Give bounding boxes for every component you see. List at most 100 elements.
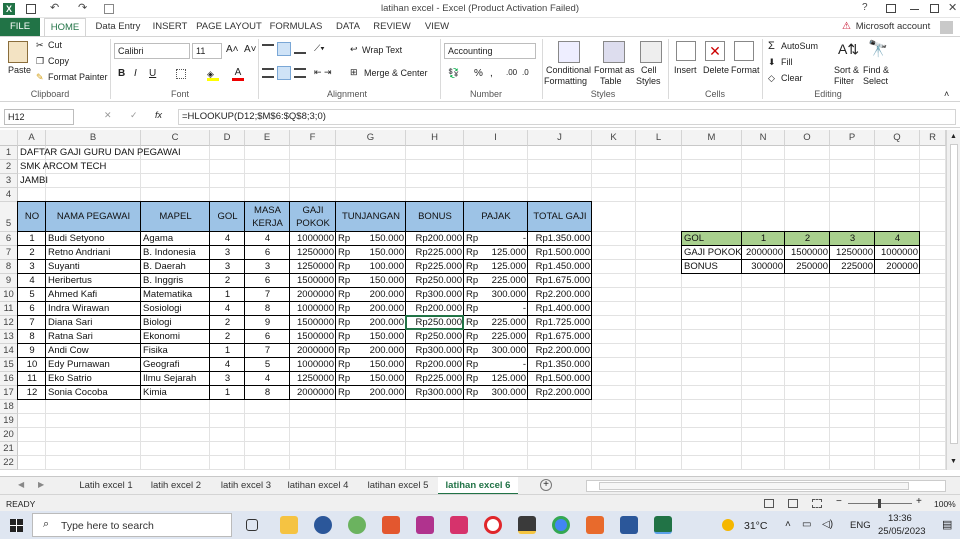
table-cell-gol[interactable]: 4 — [210, 232, 245, 246]
row-header-17[interactable]: 17 — [0, 386, 18, 400]
table-cell-masa-kerja[interactable]: 7 — [245, 344, 290, 358]
collapse-ribbon-icon[interactable]: ˄ — [944, 89, 949, 99]
table-cell-masa-kerja[interactable]: 4 — [245, 372, 290, 386]
table-cell-bonus[interactable]: Rp200.000 — [406, 302, 464, 316]
app-icon-1[interactable] — [314, 516, 332, 534]
percent-button[interactable]: % — [474, 68, 483, 79]
table-cell-total-gaji[interactable]: Rp1.725.000 — [528, 316, 592, 330]
table-cell-masa-kerja[interactable]: 3 — [245, 260, 290, 274]
table-cell-gaji-pokok[interactable]: 1000000 — [290, 358, 336, 372]
table-cell-total-gaji[interactable]: Rp1.450.000 — [528, 260, 592, 274]
tab-review[interactable]: REVIEW — [372, 18, 412, 36]
table-header-cell[interactable]: NAMA PEGAWAI — [46, 202, 141, 232]
table-cell-bonus[interactable]: Rp225.000 — [406, 246, 464, 260]
table-cell-gol[interactable]: 4 — [210, 358, 245, 372]
cell-styles-icon[interactable] — [640, 41, 662, 63]
table-cell-tunjangan[interactable]: 200.000 — [336, 288, 406, 302]
underline-button[interactable]: U — [149, 68, 156, 79]
app-icon-4[interactable] — [416, 516, 434, 534]
table-cell-name[interactable]: Sonia Cocoba — [46, 386, 141, 400]
table-cell-gol[interactable]: 2 — [210, 330, 245, 344]
weather-temp[interactable]: 31°C — [744, 520, 767, 532]
table-header-cell[interactable]: TUNJANGAN — [336, 202, 406, 232]
clear-button[interactable]: Clear — [781, 73, 803, 83]
table-header-cell[interactable]: PAJAK — [464, 202, 528, 232]
clear-icon[interactable]: ◇ — [768, 73, 775, 84]
table-cell-gaji-pokok[interactable]: 1250000 — [290, 372, 336, 386]
table-cell-gol[interactable]: 1 — [210, 288, 245, 302]
zoom-level[interactable]: 100% — [934, 499, 956, 509]
table-cell-tunjangan[interactable]: 100.000 — [336, 260, 406, 274]
paste-icon[interactable] — [8, 41, 28, 63]
sort-filter-icon[interactable]: A⇅ — [838, 41, 859, 58]
column-header-n[interactable]: N — [742, 130, 785, 146]
table-cell-name[interactable]: Ratna Sari — [46, 330, 141, 344]
table-cell-gaji-pokok[interactable]: 1250000 — [290, 260, 336, 274]
table-header-cell[interactable]: GAJI POKOK — [290, 202, 336, 232]
column-header-r[interactable]: R — [920, 130, 946, 146]
undo-icon[interactable]: ↶ — [50, 1, 59, 14]
table-cell-gaji-pokok[interactable]: 2000000 — [290, 344, 336, 358]
table-cell-no[interactable]: 10 — [18, 358, 46, 372]
table-cell-name[interactable]: Diana Sari — [46, 316, 141, 330]
tab-file[interactable]: FILE — [0, 18, 40, 36]
delete-cells-icon[interactable]: ✕ — [705, 41, 725, 61]
lookup-bonus[interactable]: 300000 — [742, 260, 785, 274]
sort-filter-button[interactable]: Sort & — [834, 65, 859, 75]
help-icon[interactable]: ? — [862, 2, 868, 13]
table-cell-pajak[interactable]: 225.000 — [464, 274, 528, 288]
orientation-icon[interactable]: ⟋▾ — [314, 43, 325, 54]
redo-icon[interactable]: ↷ — [78, 1, 87, 14]
table-cell-bonus[interactable]: Rp250.000 — [406, 274, 464, 288]
table-cell-pajak[interactable]: - — [464, 302, 528, 316]
sheet-title-line-3[interactable]: JAMBI — [18, 174, 318, 188]
table-cell-tunjangan[interactable]: 200.000 — [336, 316, 406, 330]
grow-font-icon[interactable]: A˄ — [226, 44, 239, 55]
align-middle-icon[interactable] — [277, 42, 291, 56]
word-icon[interactable] — [620, 516, 638, 534]
table-cell-pajak[interactable]: - — [464, 358, 528, 372]
row-header-12[interactable]: 12 — [0, 316, 18, 330]
app-icon-5[interactable] — [518, 516, 536, 534]
restore-icon[interactable] — [930, 4, 939, 13]
table-cell-no[interactable]: 12 — [18, 386, 46, 400]
horizontal-scrollbar[interactable] — [586, 480, 946, 492]
table-cell-pajak[interactable]: 300.000 — [464, 344, 528, 358]
copy-icon[interactable]: ❐ — [36, 56, 44, 67]
customize-quick-access-icon[interactable] — [104, 4, 114, 14]
autosum-icon[interactable]: Σ — [768, 40, 775, 52]
row-header-9[interactable]: 9 — [0, 274, 18, 288]
format-painter-icon[interactable]: ✎ — [36, 72, 44, 83]
tab-page-layout[interactable]: PAGE LAYOUT — [196, 18, 262, 36]
excel-taskbar-icon[interactable] — [654, 516, 672, 534]
table-header-cell[interactable]: NO — [18, 202, 46, 232]
italic-button[interactable]: I — [134, 68, 137, 79]
font-color-icon[interactable]: A — [232, 67, 244, 81]
clock-time[interactable]: 13:36 — [888, 513, 912, 524]
column-header-i[interactable]: I — [464, 130, 528, 146]
windows-start-icon[interactable] — [10, 519, 23, 532]
table-cell-gaji-pokok[interactable]: 1000000 — [290, 232, 336, 246]
table-cell-pajak[interactable]: 125.000 — [464, 260, 528, 274]
table-cell-tunjangan[interactable]: 200.000 — [336, 344, 406, 358]
table-cell-mapel[interactable]: Ekonomi — [141, 330, 210, 344]
table-cell-tunjangan[interactable]: 200.000 — [336, 386, 406, 400]
table-cell-tunjangan[interactable]: 150.000 — [336, 358, 406, 372]
column-header-o[interactable]: O — [785, 130, 830, 146]
table-cell-gaji-pokok[interactable]: 2000000 — [290, 386, 336, 400]
wrap-text-button[interactable]: Wrap Text — [362, 45, 402, 55]
row-header-10[interactable]: 10 — [0, 288, 18, 302]
merge-center-button[interactable]: Merge & Center — [364, 68, 428, 78]
table-cell-bonus[interactable]: Rp200.000 — [406, 232, 464, 246]
table-cell-masa-kerja[interactable]: 8 — [245, 386, 290, 400]
table-header-cell[interactable]: TOTAL GAJI — [528, 202, 592, 232]
table-cell-tunjangan[interactable]: 150.000 — [336, 372, 406, 386]
table-cell-no[interactable]: 7 — [18, 316, 46, 330]
column-header-b[interactable]: B — [46, 130, 141, 146]
tab-insert[interactable]: INSERT — [150, 18, 190, 36]
column-header-c[interactable]: C — [141, 130, 210, 146]
zoom-out-icon[interactable]: − — [836, 496, 842, 507]
save-icon[interactable] — [26, 4, 36, 14]
column-header-m[interactable]: M — [682, 130, 742, 146]
sheet-tab-6-active[interactable]: latihan excel 6 — [438, 477, 518, 495]
